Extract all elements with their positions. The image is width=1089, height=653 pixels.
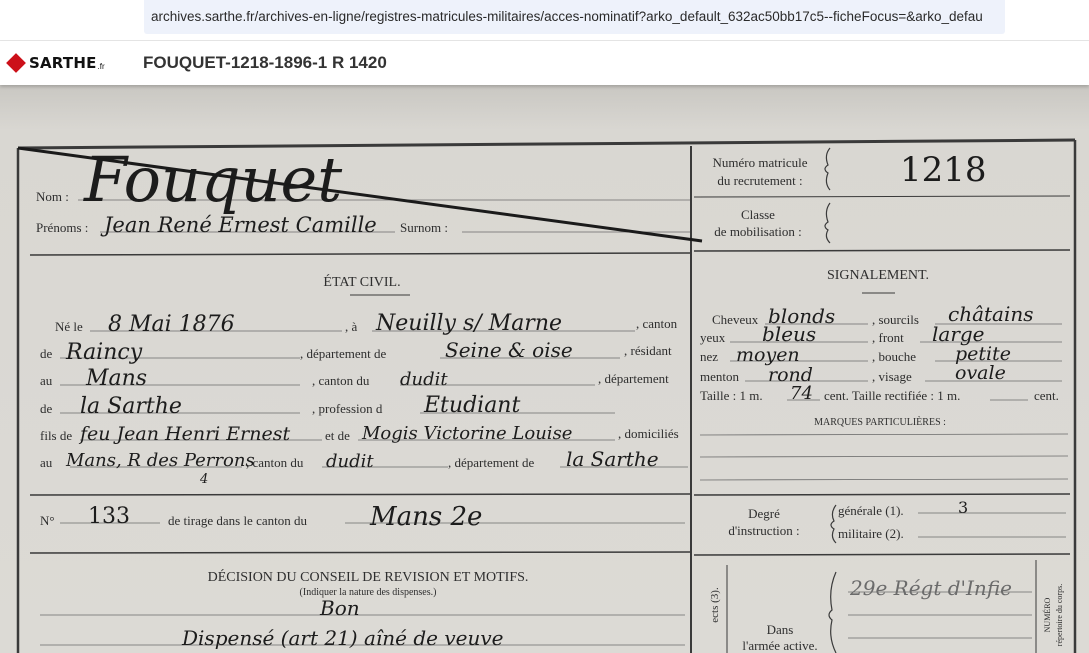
signalement-title: SIGNALEMENT. [827, 268, 929, 283]
degre-label-1: Degré [748, 506, 780, 521]
register-form: Nom : Prénoms : Surnom : Numéro matricul… [16, 138, 1077, 653]
canton-label: , canton [636, 316, 678, 331]
matricule-label-2: du recrutement : [717, 173, 802, 188]
hw-prenoms: Jean René Ernest Camille [100, 213, 377, 237]
document-viewer[interactable]: Nom : Prénoms : Surnom : Numéro matricul… [0, 85, 1089, 653]
cheveux-label: Cheveux [712, 312, 759, 327]
hw-visage: ovale [955, 362, 1006, 384]
hw-yeux: bleus [762, 322, 816, 346]
hw-tirage-canton: Mans 2e [369, 502, 482, 532]
site-header: SARTHE .fr FOUQUET-1218-1896-1 R 1420 [0, 41, 1089, 85]
visage-label: , visage [872, 369, 912, 384]
departement-label: , département [598, 371, 669, 386]
classe-label-2: de mobilisation : [714, 224, 801, 239]
hw-matricule: 1218 [900, 150, 987, 190]
no-label: N° [40, 513, 55, 528]
residant-label: , résidant [624, 343, 672, 358]
matricule-label-1: Numéro matricule [713, 155, 808, 170]
surnom-label: Surnom : [400, 220, 448, 235]
hw-naissance-date: 8 Mai 1876 [108, 312, 235, 337]
dans-label-1: Dans [767, 622, 794, 637]
url-text[interactable]: archives.sarthe.fr/archives-en-ligne/reg… [151, 9, 1003, 24]
prenoms-label: Prénoms : [36, 220, 88, 235]
sourcils-label: , sourcils [872, 312, 919, 327]
bouche-label: , bouche [872, 349, 916, 364]
hw-departement: Seine & oise [445, 338, 573, 362]
hw-decision-1: Bon [319, 596, 360, 620]
etat-civil-title: ÉTAT CIVIL. [323, 273, 400, 290]
degre-label-2: d'instruction : [728, 523, 799, 538]
hw-nom: Fouquet [83, 143, 342, 216]
fils-de-label: fils de [40, 428, 72, 443]
hw-taille: 74 [790, 383, 813, 404]
url-field[interactable]: archives.sarthe.fr/archives-en-ligne/reg… [144, 0, 1005, 34]
taille-label: Taille : 1 m. [700, 388, 763, 403]
hw-canton: Raincy [65, 340, 143, 365]
de-label-2: de [40, 401, 53, 416]
nez-label: nez [700, 349, 718, 364]
taille-cent-label: cent. Taille rectifiée : 1 m. [824, 388, 960, 403]
hw-nez: moyen [736, 344, 800, 366]
et-de-label: et de [325, 428, 350, 443]
au-label-2: au [40, 455, 53, 470]
generale-label: générale (1). [838, 503, 904, 518]
taille-cent-label-2: cent. [1034, 388, 1059, 403]
de-label-1: de [40, 346, 53, 361]
hw-mere: Mogis Victorine Louise [361, 423, 572, 444]
hw-domicile-departement: la Sarthe [566, 447, 659, 471]
hw-residence-canton: dudit [400, 369, 448, 390]
side-label-2: NUMÉRO [1042, 597, 1052, 632]
domicilies-label: , domiciliés [618, 426, 679, 441]
a-label: , à [345, 319, 358, 334]
hw-naissance-lieu: Neuilly s/ Marne [375, 311, 562, 336]
menton-label: menton [700, 369, 739, 384]
hw-residence: Mans [85, 366, 147, 391]
side-label-3: répertoire du corps. [1055, 584, 1064, 646]
register-page-scan: Nom : Prénoms : Surnom : Numéro matricul… [0, 85, 1089, 653]
browser-address-bar: archives.sarthe.fr/archives-en-ligne/reg… [0, 0, 1089, 41]
side-label-1: ects (3). [709, 587, 721, 623]
classe-label-1: Classe [741, 207, 775, 222]
logo-suffix: .fr [97, 61, 105, 71]
hw-decision-2: Dispensé (art 21) aîné de veuve [181, 626, 504, 650]
yeux-label: yeux [700, 330, 726, 345]
hw-instruction-generale: 3 [958, 498, 968, 517]
militaire-label: militaire (2). [838, 526, 904, 541]
hw-pere: feu Jean Henri Ernest [78, 423, 290, 445]
canton-du-label: , canton du [312, 373, 370, 388]
au-label-1: au [40, 373, 53, 388]
nom-label: Nom : [36, 189, 69, 204]
hw-corps: 29e Régt d'Infie [849, 576, 1012, 600]
dans-label-2: l'armée active. [742, 638, 817, 653]
hw-domicile-numero: 4 [199, 472, 208, 487]
decision-title: DÉCISION DU CONSEIL DE REVISION ET MOTIF… [208, 568, 529, 585]
tirage-label: de tirage dans le canton du [168, 513, 307, 528]
departement-de-label: , département de [300, 346, 386, 361]
hw-residence-departement: la Sarthe [80, 394, 182, 419]
hw-domicile: Mans, R des Perrons [65, 450, 255, 471]
marques-label: MARQUES PARTICULIÈRES : [814, 416, 946, 428]
ne-le-label: Né le [55, 319, 83, 334]
hw-profession: Etudiant [423, 393, 520, 418]
document-title: FOUQUET-1218-1896-1 R 1420 [143, 53, 387, 72]
logo-text: SARTHE [29, 54, 97, 72]
logo-diamond-icon [6, 53, 26, 73]
departement-de-label-2: , département de [448, 455, 534, 470]
front-label: , front [872, 330, 904, 345]
hw-domicile-canton: dudit [326, 451, 374, 472]
hw-tirage-numero: 133 [88, 504, 130, 529]
profession-label: , profession d [312, 401, 383, 416]
sarthe-logo[interactable]: SARTHE .fr [6, 53, 105, 73]
